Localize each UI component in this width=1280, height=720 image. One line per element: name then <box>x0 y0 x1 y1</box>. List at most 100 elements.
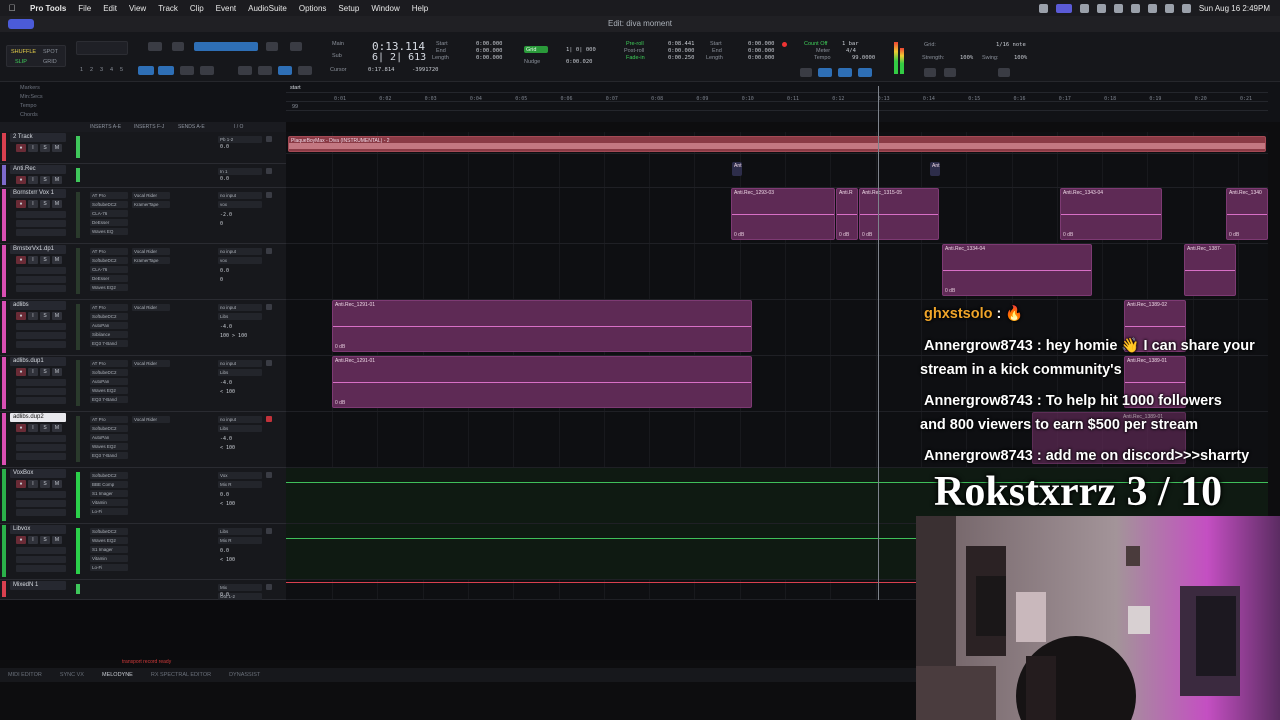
input-monitor-button[interactable]: I <box>28 536 38 544</box>
wifi-icon[interactable] <box>1147 3 1157 13</box>
mute-button[interactable]: M <box>52 176 62 184</box>
insert-slot[interactable]: AutoPan <box>90 322 128 329</box>
record-arm-button[interactable]: ● <box>16 200 26 208</box>
menu-help[interactable]: Help <box>406 4 434 13</box>
speaker-icon[interactable] <box>266 42 278 51</box>
menu-view[interactable]: View <box>123 4 152 13</box>
track-view-selector[interactable] <box>16 267 66 274</box>
output-selector[interactable]: Libs <box>218 313 262 320</box>
output-selector[interactable]: Mix R <box>218 537 262 544</box>
input-selector[interactable]: Pb 1-2 <box>218 136 262 143</box>
pan-value[interactable]: 100 > 100 <box>220 333 247 339</box>
mute-button[interactable]: M <box>52 424 62 432</box>
track-options-button[interactable] <box>266 528 272 534</box>
mute-button[interactable]: M <box>52 480 62 488</box>
insert-slot[interactable]: AT Pro <box>90 192 128 199</box>
mute-button[interactable]: M <box>52 312 62 320</box>
grid2-value[interactable]: 1/16 note <box>996 42 1026 48</box>
track-view-selector[interactable] <box>16 285 66 292</box>
scroll-button[interactable] <box>258 66 272 75</box>
track-view-selector[interactable] <box>16 379 66 386</box>
keyboard-focus-button[interactable] <box>238 66 252 75</box>
record-arm-button[interactable]: ● <box>16 536 26 544</box>
tab-rx-spectral-editor[interactable]: RX SPECTRAL EDITOR <box>151 672 211 678</box>
track-name[interactable]: Libvox <box>10 525 66 534</box>
pan-value[interactable]: < 100 <box>220 557 235 563</box>
pan-value[interactable]: < 100 <box>220 501 235 507</box>
input-selector[interactable]: Mix <box>218 584 262 591</box>
track-view-selector[interactable] <box>16 435 66 442</box>
smart-tool[interactable] <box>194 42 258 51</box>
ruler-tempo[interactable]: Tempo <box>20 103 37 109</box>
swing-value[interactable]: 100% <box>1014 55 1027 61</box>
insert-slot[interactable]: Waves EQ2 <box>90 284 128 291</box>
track-options-button[interactable] <box>266 584 272 590</box>
track-options-button[interactable] <box>266 360 272 366</box>
clip-anti-b[interactable]: Ant <box>930 162 940 176</box>
track-name[interactable]: adlibs.dup1 <box>10 357 66 366</box>
record-arm-button[interactable]: ● <box>16 144 26 152</box>
zoom-preset-1[interactable]: 1 <box>80 67 83 73</box>
control-center-icon[interactable] <box>1181 3 1191 13</box>
playhead-cursor[interactable] <box>878 86 879 600</box>
pan-value[interactable]: 0 <box>220 277 223 283</box>
pan-value[interactable]: < 100 <box>220 389 235 395</box>
insert-slot[interactable]: Waves EQ <box>90 228 128 235</box>
solo-button[interactable]: S <box>40 312 50 320</box>
quantize-options-button[interactable] <box>944 68 956 77</box>
zoom-preset-4[interactable]: 4 <box>110 67 113 73</box>
sub-counter[interactable]: 6| 2| 613 <box>372 52 426 63</box>
apple-icon[interactable]:  <box>0 3 24 13</box>
send-slot[interactable]: Vocal Rider <box>132 248 170 255</box>
track-view-selector[interactable] <box>16 565 66 572</box>
status-icon[interactable] <box>1096 3 1106 13</box>
record-arm-button[interactable]: ● <box>16 368 26 376</box>
insert-slot[interactable]: SoftubeDC2 <box>90 472 128 479</box>
insert-slot[interactable]: AT Pro <box>90 304 128 311</box>
input-monitor-button[interactable]: I <box>28 200 38 208</box>
link-timeline-button[interactable] <box>158 66 174 75</box>
record-arm-button[interactable]: ● <box>16 176 26 184</box>
menu-window[interactable]: Window <box>365 4 405 13</box>
transport-start-value[interactable]: 0:00.000 <box>748 41 775 47</box>
track-header-brnstxrvx1-dp1[interactable]: BrnstxrVx1.dp1 ● I S M AT Pro SoftubeDC2 CLA-76… <box>0 244 286 300</box>
menu-setup[interactable]: Setup <box>332 4 365 13</box>
track-view-selector[interactable] <box>16 444 66 451</box>
insert-slot[interactable]: SoftubeDC2 <box>90 313 128 320</box>
send-slot[interactable]: Vocal Rider <box>132 360 170 367</box>
pan-value[interactable]: < 100 <box>220 445 235 451</box>
volume-value[interactable]: 0.0 <box>220 548 229 554</box>
clip-dp1-a[interactable]: Anti.Rec_1334-04 0 dB <box>942 244 1092 296</box>
volume-value[interactable]: -4.0 <box>220 436 232 442</box>
track-options-button[interactable] <box>266 192 272 198</box>
zoom-panel[interactable] <box>76 41 128 55</box>
insert-slot[interactable]: CLA-76 <box>90 210 128 217</box>
insert-slot[interactable]: Lo-Fi <box>90 508 128 515</box>
zoom-preset-5[interactable]: 5 <box>120 67 123 73</box>
input-selector[interactable]: Vox <box>218 472 262 479</box>
track-options-button[interactable] <box>266 416 272 422</box>
transport-length-value[interactable]: 0:00.000 <box>748 55 775 61</box>
mode-slip[interactable]: SLIP <box>15 59 27 65</box>
tab-melodyne[interactable]: MELODYNE <box>102 672 133 678</box>
search-icon[interactable] <box>1164 3 1174 13</box>
volume-value[interactable]: 0.0 <box>220 144 229 150</box>
solo-button[interactable]: S <box>40 536 50 544</box>
track-view-selector[interactable] <box>16 500 66 507</box>
volume-value[interactable]: -4.0 <box>220 324 232 330</box>
insert-slot[interactable]: Waves EQ2 <box>90 537 128 544</box>
clip-adlibs-a[interactable]: Anti.Rec_1291-01 0 dB <box>332 300 752 352</box>
solo-button[interactable]: S <box>40 480 50 488</box>
track-name[interactable]: VoxBox <box>10 469 66 478</box>
insert-slot[interactable]: S1 Imager <box>90 546 128 553</box>
send-slot[interactable]: KramerTape <box>132 201 170 208</box>
strength-value[interactable]: 100% <box>960 55 973 61</box>
menu-track[interactable]: Track <box>152 4 184 13</box>
insert-slot[interactable]: EQ3 7-Band <box>90 452 128 459</box>
input-selector[interactable]: no input <box>218 416 262 423</box>
lane-brnstxrvx1-dp1[interactable]: Anti.Rec_1334-04 0 dB Anti.Rec_1387- <box>286 244 1268 300</box>
clip-vox1-e[interactable]: Anti.Rec_1340 0 dB <box>1226 188 1268 240</box>
input-selector[interactable]: no input <box>218 248 262 255</box>
volume-value[interactable]: 0.0 <box>220 268 229 274</box>
solo-button[interactable]: S <box>40 144 50 152</box>
